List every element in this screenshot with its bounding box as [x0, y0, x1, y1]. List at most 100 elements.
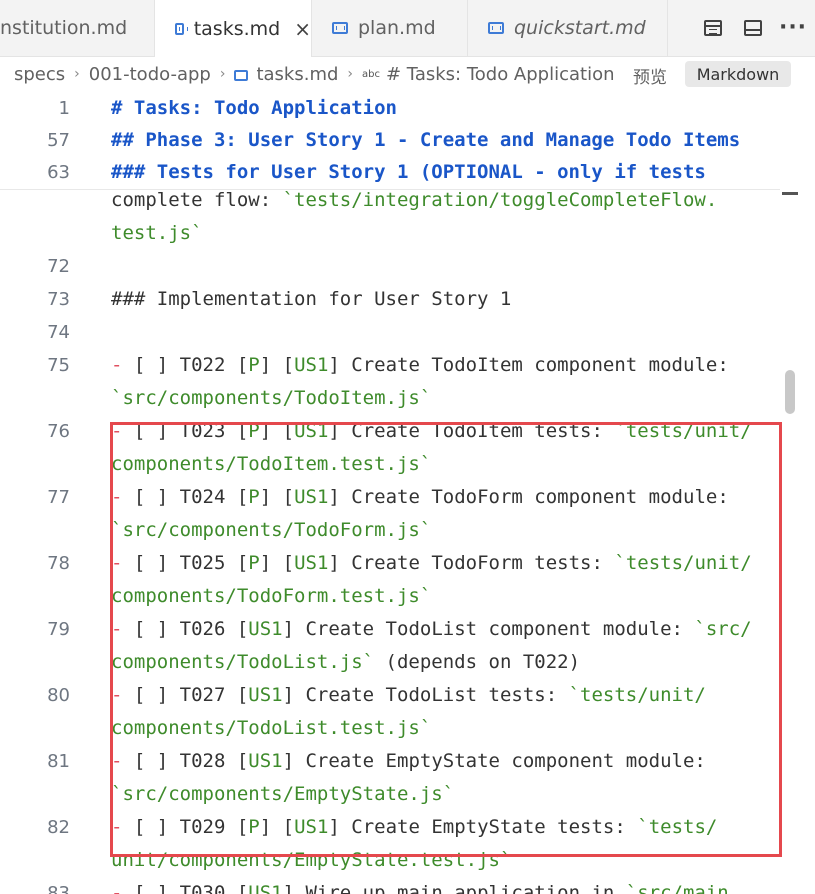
- markdown-file-icon: [234, 69, 249, 81]
- inline-code: `tests/unit/: [568, 684, 706, 706]
- list-marker: -: [111, 684, 134, 706]
- breadcrumb-symbol-label: # Tasks: Todo Application: [386, 63, 615, 85]
- text-span: [ ] T028 [: [133, 750, 249, 772]
- code-line[interactable]: 80 - [ ] T027 [US1] Create TodoList tests…: [0, 679, 780, 712]
- task-tag: US1: [294, 354, 329, 376]
- text-span: ] Create EmptyState tests:: [328, 816, 638, 838]
- code-line[interactable]: 83 - [ ] T030 [US1] Wire up main applicat…: [0, 877, 780, 894]
- list-marker: -: [111, 552, 134, 574]
- code-editor[interactable]: 1 # Tasks: Todo Application 57 ## Phase 3: …: [0, 92, 815, 894]
- task-tag: US1: [294, 486, 329, 508]
- sticky-line[interactable]: 57 ## Phase 3: User Story 1 - Create and …: [0, 124, 780, 157]
- tab-label: tasks.md: [193, 17, 281, 40]
- task-tag: P: [248, 354, 260, 376]
- inline-code: components/TodoList.js`: [111, 651, 375, 673]
- line-number: 81: [47, 751, 70, 772]
- code-line[interactable]: 74: [0, 316, 780, 349]
- line-text: - [ ] T025 [P] [US1] Create TodoForm tes…: [111, 547, 752, 580]
- code-line[interactable]: 82 - [ ] T029 [P] [US1] Create EmptyState…: [0, 811, 780, 844]
- text-span: ] Create TodoList tests:: [282, 684, 569, 706]
- task-tag: US1: [248, 882, 283, 894]
- toggle-panel-button[interactable]: [743, 18, 763, 38]
- line-text: components/TodoForm.test.js`: [111, 580, 431, 613]
- task-tag: US1: [248, 618, 283, 640]
- code-line[interactable]: 77 - [ ] T024 [P] [US1] Create TodoForm c…: [0, 481, 780, 514]
- code-line[interactable]: `src/components/TodoItem.js`: [0, 382, 780, 415]
- code-line[interactable]: complete flow: `tests/integration/toggle…: [0, 184, 780, 217]
- inline-code: `src/components/EmptyState.js`: [111, 783, 455, 805]
- code-line[interactable]: `src/components/EmptyState.js`: [0, 778, 780, 811]
- code-line[interactable]: 78 - [ ] T025 [P] [US1] Create TodoForm t…: [0, 547, 780, 580]
- breadcrumb-item-folder[interactable]: 001-todo-app: [89, 64, 211, 85]
- code-line[interactable]: 76 - [ ] T023 [P] [US1] Create TodoItem t…: [0, 415, 780, 448]
- code-line[interactable]: components/TodoForm.test.js`: [0, 580, 780, 613]
- code-line[interactable]: 81 - [ ] T028 [US1] Create EmptyState com…: [0, 745, 780, 778]
- line-text: - [ ] T028 [US1] Create EmptyState compo…: [111, 745, 706, 778]
- sticky-line-text: ## Phase 3: User Story 1 - Create and Ma…: [111, 129, 741, 151]
- list-marker: -: [111, 618, 134, 640]
- task-tag: P: [248, 420, 260, 442]
- vertical-scrollbar[interactable]: [785, 370, 795, 414]
- line-text: - [ ] T024 [P] [US1] Create TodoForm com…: [111, 481, 729, 514]
- text-span: [ ] T022 [: [133, 354, 249, 376]
- tab-quickstart[interactable]: quickstart.md: [468, 0, 668, 56]
- tab-label: nstitution.md: [0, 17, 128, 39]
- text-span: [ ] T026 [: [133, 618, 249, 640]
- line-number: 80: [47, 685, 70, 706]
- text-span: ] [: [259, 552, 295, 574]
- more-actions-button[interactable]: ···: [779, 17, 806, 39]
- line-number: 82: [47, 817, 70, 838]
- code-line[interactable]: 73 ### Implementation for User Story 1: [0, 283, 780, 316]
- close-icon[interactable]: ×: [294, 17, 311, 41]
- open-preview-button[interactable]: [703, 18, 723, 38]
- preview-label[interactable]: 预览: [633, 63, 667, 88]
- task-tag: P: [248, 816, 260, 838]
- line-number: 83: [47, 883, 70, 894]
- breadcrumb-item-specs[interactable]: specs: [14, 64, 65, 85]
- sticky-line[interactable]: 1 # Tasks: Todo Application: [0, 92, 780, 125]
- markdown-file-icon: [332, 22, 348, 34]
- code-line[interactable]: 75 - [ ] T022 [P] [US1] Create TodoItem c…: [0, 349, 780, 382]
- tab-constitution[interactable]: nstitution.md: [0, 0, 155, 56]
- text-span: [ ] T029 [: [133, 816, 249, 838]
- code-line[interactable]: 72: [0, 250, 780, 283]
- task-tag: US1: [248, 684, 283, 706]
- breadcrumb-item-file[interactable]: tasks.md: [234, 64, 338, 85]
- list-marker: -: [111, 354, 134, 376]
- text-span: ] Wire up main application in: [282, 882, 626, 894]
- inline-code: `tests/: [637, 816, 718, 838]
- code-line[interactable]: unit/components/EmptyState.test.js`: [0, 844, 780, 877]
- text-span: [ ] T025 [: [133, 552, 249, 574]
- heading-text: ### Implementation for User Story 1: [111, 288, 512, 310]
- chevron-right-icon: ›: [74, 66, 80, 82]
- text-span: ] [: [259, 816, 295, 838]
- breadcrumb-item-symbol[interactable]: abc # Tasks: Todo Application: [362, 64, 614, 85]
- inline-code: components/TodoItem.test.js`: [111, 453, 432, 475]
- list-marker: -: [111, 750, 134, 772]
- tab-label: quickstart.md: [514, 17, 646, 39]
- inline-code: unit/components/EmptyState.test.js`: [111, 849, 512, 871]
- text-span: ] Create TodoItem tests:: [328, 420, 615, 442]
- line-text: ### Implementation for User Story 1: [111, 283, 511, 316]
- code-line[interactable]: components/TodoList.js` (depends on T022…: [0, 646, 780, 679]
- overview-ruler-marker: [782, 192, 798, 195]
- list-marker: -: [111, 486, 134, 508]
- code-line[interactable]: test.js`: [0, 217, 780, 250]
- task-tag: P: [248, 552, 260, 574]
- editor-actions: ···: [683, 0, 815, 56]
- tab-tasks[interactable]: tasks.md ×: [155, 0, 312, 57]
- language-mode-button[interactable]: Markdown: [685, 61, 791, 87]
- code-line[interactable]: components/TodoItem.test.js`: [0, 448, 780, 481]
- text-span: (depends on T022): [374, 651, 581, 673]
- line-text: components/TodoItem.test.js`: [111, 448, 431, 481]
- code-line[interactable]: `src/components/TodoForm.js`: [0, 514, 780, 547]
- code-line[interactable]: components/TodoList.test.js`: [0, 712, 780, 745]
- line-text: test.js`: [111, 217, 203, 250]
- sticky-line-text: # Tasks: Todo Application: [111, 97, 397, 119]
- line-number: 57: [47, 130, 70, 151]
- tab-plan[interactable]: plan.md: [312, 0, 468, 56]
- text-span: [ ] T024 [: [133, 486, 249, 508]
- line-text: complete flow: `tests/integration/toggle…: [111, 184, 717, 217]
- code-line[interactable]: 79 - [ ] T026 [US1] Create TodoList compo…: [0, 613, 780, 646]
- line-number: 79: [47, 619, 70, 640]
